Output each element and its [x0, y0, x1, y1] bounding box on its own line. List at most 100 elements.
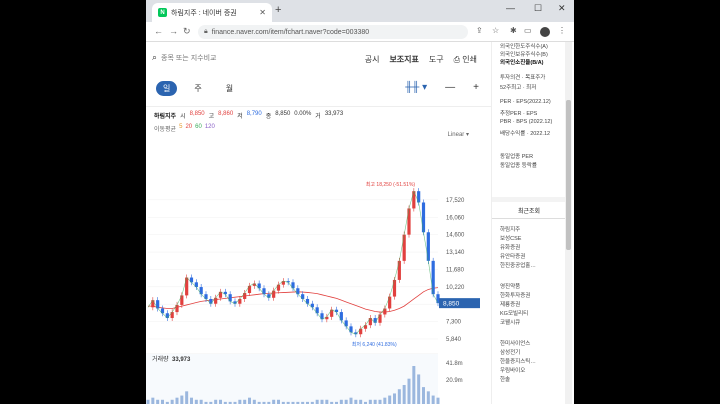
volume-bar: [407, 378, 411, 404]
url-field[interactable]: 🔒︎ finance.naver.com/item/fchart.naver?c…: [198, 25, 468, 39]
quote-line: 하림지주 시 8,850 고 8,860 저 8,790 종 8,850 0.00% 거…: [154, 111, 343, 120]
profile-avatar[interactable]: [540, 27, 550, 37]
back-icon[interactable]: ←: [154, 26, 163, 36]
info-sidebar: 외국인한도주식수(A) 외국인보유주식수(B) 외국인소진율(B/A) 투자의견…: [491, 42, 574, 404]
close-tab-icon[interactable]: ✕: [259, 8, 266, 17]
candle-body: [431, 260, 435, 295]
scrollbar-thumb[interactable]: [566, 100, 571, 250]
tab-active[interactable]: N 하림지주 : 네이버 증권 ✕: [152, 3, 272, 22]
recent-item[interactable]: KG모빌리티: [500, 309, 528, 317]
candle-body: [402, 234, 406, 261]
stock-name: 하림지주: [154, 114, 177, 120]
scale-label: Linear: [447, 132, 465, 138]
period-day-button[interactable]: 일: [156, 81, 178, 96]
recent-item[interactable]: 한화투자증권: [500, 291, 530, 299]
recent-item[interactable]: 영진약품: [500, 282, 520, 290]
tab-bar: N 하림지주 : 네이버 증권 ✕ + — ☐ ✕: [146, 0, 574, 22]
volume-tick-label: 41.8m: [446, 361, 463, 367]
scale-selector[interactable]: Linear ▾: [448, 131, 469, 138]
high-annotation: 최고 18,250 (-51.51%): [366, 181, 416, 188]
printer-icon: ⎙: [453, 55, 461, 64]
volume-bar: [175, 397, 179, 404]
recent-item[interactable]: 유안타증권: [500, 252, 525, 260]
y-tick-label: 11,680: [446, 267, 465, 273]
page-scrollbar[interactable]: [565, 42, 572, 404]
period-month-button[interactable]: 월: [219, 81, 240, 96]
high-label: 고: [208, 114, 215, 120]
candle-type-icon[interactable]: ╫╫ ▾: [405, 82, 427, 93]
candle-body: [151, 300, 155, 308]
open-value: 8,850: [189, 111, 205, 117]
menu-tools[interactable]: 도구: [429, 54, 444, 65]
reload-icon[interactable]: ↻: [183, 26, 191, 37]
recent-item[interactable]: 한진중공업홀…: [500, 261, 536, 269]
recent-item[interactable]: 보성CSE: [500, 234, 521, 242]
dividend: 배당수익률 · 2022.12: [500, 131, 551, 137]
recent-item[interactable]: 삼성전기: [500, 348, 520, 356]
extensions-icon[interactable]: ✱: [510, 26, 517, 35]
share-icon[interactable]: ⇪: [476, 26, 483, 35]
volume-bar: [320, 399, 324, 404]
menu-print-label: 인쇄: [462, 55, 477, 64]
low-label: 저: [237, 114, 243, 120]
high-value: 8,860: [218, 111, 234, 117]
volume-bar: [190, 397, 193, 404]
candle-body: [262, 288, 266, 295]
volume-bar: [344, 399, 348, 404]
chart-tools: ╫╫ ▾ — +: [405, 82, 479, 93]
volume-bar: [417, 374, 421, 404]
url-text: finance.naver.com/item/fchart.naver?code…: [211, 28, 370, 36]
zoom-in-icon[interactable]: +: [473, 82, 479, 93]
recent-item[interactable]: 우림바이오: [500, 366, 525, 374]
search-placeholder: 종목 또는 지수비교: [161, 54, 217, 62]
candle-body: [392, 279, 397, 297]
recent-item[interactable]: 하림지주: [500, 225, 520, 233]
volume-bar: [325, 399, 329, 404]
est-per: 추정PER · EPS: [500, 111, 538, 117]
recent-item[interactable]: 한미사이언스: [500, 339, 530, 347]
volume-bar: [180, 395, 184, 404]
close-window-icon[interactable]: ✕: [558, 3, 566, 14]
candle-body: [243, 293, 247, 299]
recent-item[interactable]: 유화증권: [500, 243, 520, 251]
price-chart[interactable]: 17,52016,06014,60013,14011,68010,2208,76…: [146, 142, 491, 404]
bookmark-star-icon[interactable]: ☆: [492, 26, 499, 35]
volume-bar: [199, 399, 203, 404]
candle-body: [296, 288, 300, 295]
ma-20: 20: [185, 124, 193, 130]
volume-tick-label: 20.9m: [446, 378, 463, 384]
foreign-holding: 외국인보유주식수(B): [500, 52, 548, 58]
candle-body: [349, 326, 353, 333]
volume-bar: [412, 366, 416, 404]
recent-item[interactable]: 코웰시큐: [500, 318, 520, 326]
recent-item[interactable]: 한솔: [500, 375, 510, 383]
divider: [146, 106, 491, 107]
candle-body: [156, 300, 160, 309]
new-tab-icon[interactable]: +: [275, 4, 281, 16]
recent-item[interactable]: 제룡증권: [500, 300, 520, 308]
volume-value: 33,973: [324, 111, 344, 117]
section-divider: [492, 197, 566, 202]
menu-kebab-icon[interactable]: ⋮: [558, 26, 566, 35]
industry-change: 동일업종 등락률: [500, 163, 537, 169]
candle-body: [378, 314, 382, 323]
sidepanel-icon[interactable]: ▭: [524, 26, 532, 35]
zoom-out-icon[interactable]: —: [445, 82, 455, 93]
period-week-button[interactable]: 주: [187, 81, 208, 96]
search-box[interactable]: ⌕ 종목 또는 지수비교: [152, 52, 216, 63]
maximize-icon[interactable]: ☐: [534, 3, 542, 14]
forward-icon[interactable]: →: [169, 26, 178, 36]
menu-indicators[interactable]: 보조지표: [389, 54, 418, 65]
volume-bar: [194, 399, 198, 404]
volume-bar: [185, 391, 189, 404]
volume-bar: [339, 399, 343, 404]
minimize-icon[interactable]: —: [506, 3, 515, 13]
menu-disclosure[interactable]: 공시: [365, 54, 380, 65]
volume-bar: [151, 397, 155, 404]
foreign-limit: 외국인한도주식수(A): [500, 44, 548, 50]
low-annotation: 최저 6,240 (41.83%): [352, 341, 397, 348]
recent-item[interactable]: 한울증지스틱…: [500, 357, 536, 365]
menu-print[interactable]: ⎙ 인쇄: [454, 54, 477, 65]
ma-5: 5: [179, 124, 183, 130]
per-eps: PER · EPS(2022.12): [500, 99, 551, 105]
